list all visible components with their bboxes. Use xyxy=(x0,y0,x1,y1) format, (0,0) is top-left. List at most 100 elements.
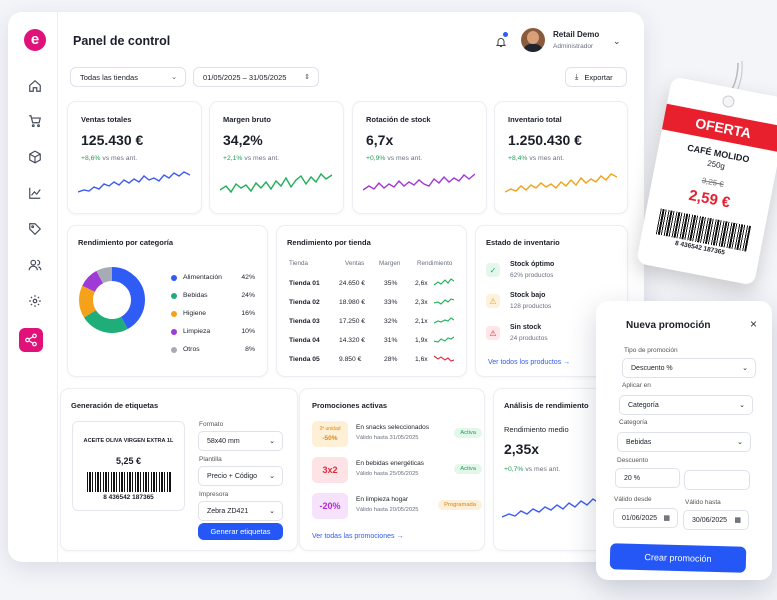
metric-delta: +0,7% vs mes ant. xyxy=(504,466,560,473)
promo-title: En bebidas energéticas xyxy=(356,460,424,467)
kpi-card-inventory[interactable]: Inventario total 1.250.430 € +8,4% vs me… xyxy=(494,101,628,214)
chevron-down-icon: ⌄ xyxy=(269,508,275,515)
price-tag: OFERTA CAFÉ MOLIDO 250g 3,25 € 2,59 € 8 … xyxy=(635,76,777,286)
sparkline-chart xyxy=(220,172,332,194)
discount-input[interactable]: 20 % xyxy=(615,468,680,488)
format-label: Formato xyxy=(199,421,224,428)
kpi-delta-value: +8,4% xyxy=(508,155,528,162)
promo-badge: -20% xyxy=(312,493,348,519)
sparkline-chart xyxy=(505,173,617,193)
promotion-item[interactable]: 3x2 En bebidas energéticas Válido hasta 25… xyxy=(312,457,482,487)
chart-icon[interactable] xyxy=(23,181,47,205)
view-all-promotions-link[interactable]: Ver todas las promociones → xyxy=(312,533,403,540)
promo-badge: 3x2 xyxy=(312,457,348,483)
bell-icon[interactable] xyxy=(495,32,508,53)
promo-title: En snacks seleccionados xyxy=(356,424,429,431)
inventory-name: Stock óptimo xyxy=(510,261,555,268)
tag-icon[interactable] xyxy=(23,217,47,241)
mini-trend xyxy=(434,317,454,324)
promo-badge: 2ª unidad -50% xyxy=(312,421,348,447)
legend-name: Otros xyxy=(183,346,200,353)
to-date-input[interactable]: 30/06/2025 ▦ xyxy=(683,510,749,530)
promotions-card: Promociones activas 2ª unidad -50% En snac… xyxy=(299,388,485,551)
label-product: ACEITE OLIVA VIRGEN EXTRA 1L xyxy=(83,438,174,444)
share-icon[interactable] xyxy=(19,328,43,352)
arrow-right-icon: → xyxy=(563,359,571,366)
store-select[interactable]: Todas las tiendas ⌄ xyxy=(70,67,186,87)
generate-labels-button[interactable]: Generar etiquetas xyxy=(198,523,283,540)
kpi-card-sales[interactable]: Ventas totales 125.430 € +8,6% vs mes an… xyxy=(67,101,202,214)
create-promotion-button[interactable]: Crear promoción xyxy=(609,543,747,573)
legend-dot xyxy=(171,311,177,317)
home-icon[interactable] xyxy=(23,74,47,98)
apply-select[interactable]: Categoría ⌄ xyxy=(619,395,753,415)
sparkline-chart xyxy=(363,173,475,191)
calendar-icon: ▦ xyxy=(734,517,741,524)
arrow-right-icon: → xyxy=(396,533,404,540)
view-all-products-link[interactable]: Ver todos los productos → xyxy=(488,359,570,366)
store-perf: 1,6x xyxy=(415,356,428,363)
sidebar: e xyxy=(8,12,58,562)
metric-delta-value: +0,7% xyxy=(504,466,524,473)
kpi-card-margin[interactable]: Margen bruto 34,2% +2,1% vs mes ant. xyxy=(209,101,344,214)
format-value: 58x40 mm xyxy=(207,437,240,445)
inventory-sub: 62% productos xyxy=(510,272,554,279)
discount-secondary-input[interactable] xyxy=(684,470,750,490)
brand-logo[interactable]: e xyxy=(24,29,46,51)
from-date-input[interactable]: 01/06/2025 ▦ xyxy=(613,508,678,528)
kpi-label: Rotación de stock xyxy=(366,115,431,124)
avatar[interactable] xyxy=(521,28,545,52)
printer-select[interactable]: Zebra ZD421 ⌄ xyxy=(198,501,283,521)
column-header: Tienda xyxy=(289,260,309,267)
users-icon[interactable] xyxy=(23,253,47,277)
store-margin: 35% xyxy=(384,280,398,287)
promotion-item[interactable]: 2ª unidad -50% En snacks seleccionados Váli… xyxy=(312,421,482,451)
store-sales: 17.250 € xyxy=(339,318,366,325)
format-select[interactable]: 58x40 mm ⌄ xyxy=(198,431,283,451)
box-icon[interactable] xyxy=(23,145,47,169)
gear-icon[interactable] xyxy=(23,289,47,313)
chevron-down-icon[interactable]: ⌄ xyxy=(613,36,621,47)
notification-dot xyxy=(503,32,508,37)
kpi-delta-suffix: vs mes ant. xyxy=(387,155,423,162)
close-icon[interactable]: × xyxy=(750,317,757,331)
to-label: Válido hasta xyxy=(685,499,721,506)
metric-value: 2,35x xyxy=(504,441,540,457)
promo-title: En limpieza hogar xyxy=(356,496,409,503)
export-button[interactable]: ⤓ Exportar xyxy=(565,67,627,87)
store-margin: 31% xyxy=(384,337,398,344)
link-label: Ver todas las promociones xyxy=(312,533,395,540)
promo-sub: Válido hasta 25/05/2025 xyxy=(356,471,419,477)
card-title: Rendimiento por tienda xyxy=(287,238,371,247)
card-title: Estado de inventario xyxy=(486,238,560,247)
type-label: Tipo de promoción xyxy=(624,347,678,354)
legend-pct: 10% xyxy=(241,328,255,335)
status-badge: Programada xyxy=(438,500,482,510)
promotion-item[interactable]: -20% En limpieza hogar Válido hasta 20/05/… xyxy=(312,493,482,523)
kpi-label: Ventas totales xyxy=(81,115,132,124)
kpi-value: 1.250.430 € xyxy=(508,132,582,148)
legend-name: Limpieza xyxy=(183,328,211,335)
store-perf: 2,6x xyxy=(415,280,428,287)
page-title: Panel de control xyxy=(73,34,171,48)
alert-icon: ⚠ xyxy=(486,326,500,340)
export-label: Exportar xyxy=(584,72,613,82)
chevron-down-icon: ⌄ xyxy=(742,365,748,372)
template-select[interactable]: Precio + Código ⌄ xyxy=(198,466,283,486)
check-icon: ✓ xyxy=(486,263,500,277)
cart-icon[interactable] xyxy=(23,109,47,133)
legend-name: Alimentación xyxy=(183,274,222,281)
date-range-picker[interactable]: 01/05/2025 – 31/05/2025 ⇕ xyxy=(193,67,319,87)
promo-sub: Válido hasta 31/05/2025 xyxy=(356,435,419,441)
user-name[interactable]: Retail Demo xyxy=(553,30,599,39)
kpi-card-rotation[interactable]: Rotación de stock 6,7x +0,9% vs mes ant. xyxy=(352,101,487,214)
kpi-label: Margen bruto xyxy=(223,115,271,124)
type-select[interactable]: Descuento % ⌄ xyxy=(622,358,756,378)
to-date-value: 30/06/2025 xyxy=(692,516,728,524)
chevron-down-icon: ⌄ xyxy=(269,473,275,480)
inventory-name: Sin stock xyxy=(510,324,542,331)
chevron-down-icon: ⌄ xyxy=(171,74,177,81)
category-select[interactable]: Bebidas ⌄ xyxy=(617,432,751,452)
warning-icon: ⚠ xyxy=(486,294,500,308)
store-margin: 33% xyxy=(384,299,398,306)
